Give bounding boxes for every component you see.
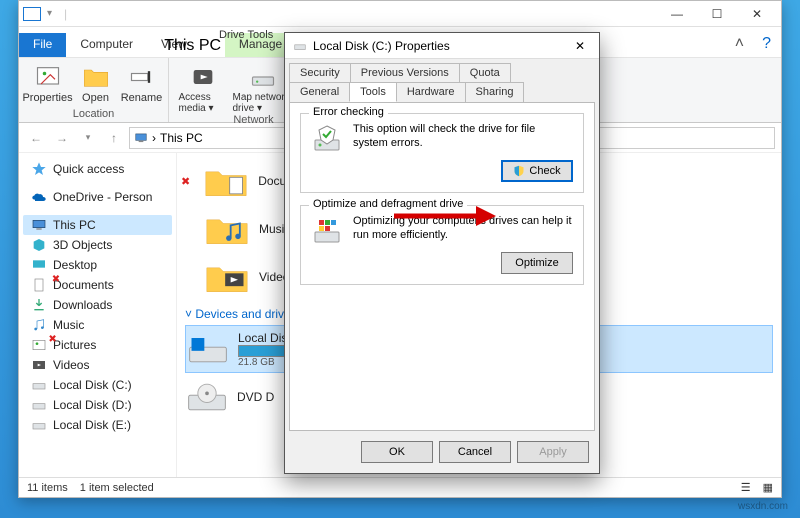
status-bar: 11 items 1 item selected ☰ ▦: [19, 477, 781, 497]
nav-videos[interactable]: Videos: [23, 355, 172, 375]
nav-onedrive[interactable]: OneDrive - Person: [23, 187, 172, 207]
nav-back[interactable]: ←: [25, 127, 47, 149]
error-checking-desc: This option will check the drive for fil…: [353, 122, 573, 151]
ribbon-access-media[interactable]: Access media ▾: [179, 60, 227, 114]
nav-local-d[interactable]: Local Disk (D:): [23, 395, 172, 415]
drive-icon: [293, 39, 307, 53]
minimize-button[interactable]: —: [657, 3, 697, 25]
tab-computer[interactable]: Computer: [66, 33, 147, 57]
nav-local-e[interactable]: Local Disk (E:): [23, 415, 172, 435]
ok-button[interactable]: OK: [361, 441, 433, 463]
nav-forward[interactable]: →: [51, 127, 73, 149]
check-button[interactable]: Check: [501, 160, 573, 182]
optimize-desc: Optimizing your computer's drives can he…: [353, 214, 573, 243]
tab-security[interactable]: Security: [289, 63, 351, 82]
ribbon-open[interactable]: Open: [78, 60, 114, 104]
nav-recent-icon[interactable]: ▾: [77, 127, 99, 149]
dialog-tabs: Security Previous Versions Quota General…: [289, 63, 595, 102]
optimize-title: Optimize and defragment drive: [309, 198, 467, 210]
watermark: wsxdn.com: [738, 501, 788, 512]
tab-sharing[interactable]: Sharing: [465, 82, 525, 102]
nav-music[interactable]: Music: [23, 315, 172, 335]
properties-dialog: Local Disk (C:) Properties ✕ Security Pr…: [284, 32, 600, 474]
shield-icon: [513, 165, 525, 177]
qat-dropdown-icon[interactable]: ▾: [47, 8, 52, 19]
error-checking-group: Error checking This option will check th…: [300, 113, 584, 193]
dialog-title: Local Disk (C:) Properties: [313, 39, 450, 53]
dialog-close-button[interactable]: ✕: [569, 39, 591, 53]
tab-hardware[interactable]: Hardware: [396, 82, 466, 102]
dialog-button-row: OK Cancel Apply: [285, 435, 599, 473]
tab-tools[interactable]: Tools: [349, 82, 397, 102]
view-tiles-icon[interactable]: ▦: [763, 481, 773, 494]
qat-icon: [23, 7, 41, 21]
this-pc-icon: [134, 131, 148, 145]
nav-this-pc[interactable]: This PC: [23, 215, 172, 235]
error-check-icon: [311, 122, 343, 154]
error-checking-title: Error checking: [309, 106, 388, 118]
ribbon-collapse-icon[interactable]: ˄: [727, 31, 752, 57]
tab-quota[interactable]: Quota: [459, 63, 511, 82]
tab-general[interactable]: General: [289, 82, 350, 102]
nav-pane: Quick access OneDrive - Person This PC 3…: [19, 153, 177, 477]
explorer-titlebar: ▾ | — ☐ ✕: [19, 1, 781, 27]
drive-tools-label: Drive Tools: [219, 29, 273, 41]
view-details-icon[interactable]: ☰: [741, 481, 751, 494]
nav-documents[interactable]: Documents✖: [23, 275, 172, 295]
optimize-group: Optimize and defragment drive Optimizing…: [300, 205, 584, 285]
help-icon[interactable]: ?: [752, 31, 781, 57]
breadcrumb-sep: ›: [152, 131, 156, 145]
cancel-button[interactable]: Cancel: [439, 441, 511, 463]
ribbon-rename[interactable]: Rename: [120, 60, 164, 104]
dialog-body: Error checking This option will check th…: [289, 102, 595, 431]
titlebar-tab: This PC: [164, 37, 221, 55]
status-item-count: 11 items: [27, 482, 68, 494]
nav-3d-objects[interactable]: 3D Objects: [23, 235, 172, 255]
status-selection: 1 item selected: [80, 482, 154, 494]
maximize-button[interactable]: ☐: [697, 3, 737, 25]
qat-sep: |: [64, 7, 67, 21]
tab-file[interactable]: File: [19, 33, 66, 57]
apply-button[interactable]: Apply: [517, 441, 589, 463]
dialog-titlebar: Local Disk (C:) Properties ✕: [285, 33, 599, 59]
nav-desktop[interactable]: Desktop: [23, 255, 172, 275]
close-button[interactable]: ✕: [737, 3, 777, 25]
ribbon-properties[interactable]: Properties: [24, 60, 72, 104]
nav-quick-access[interactable]: Quick access: [23, 159, 172, 179]
nav-up[interactable]: ↑: [103, 127, 125, 149]
tab-previous-versions[interactable]: Previous Versions: [350, 63, 460, 82]
nav-local-c[interactable]: Local Disk (C:): [23, 375, 172, 395]
defrag-icon: [311, 214, 343, 246]
breadcrumb-root[interactable]: This PC: [160, 131, 203, 145]
nav-downloads[interactable]: Downloads: [23, 295, 172, 315]
nav-pictures[interactable]: Pictures✖: [23, 335, 172, 355]
optimize-button[interactable]: Optimize: [501, 252, 573, 274]
